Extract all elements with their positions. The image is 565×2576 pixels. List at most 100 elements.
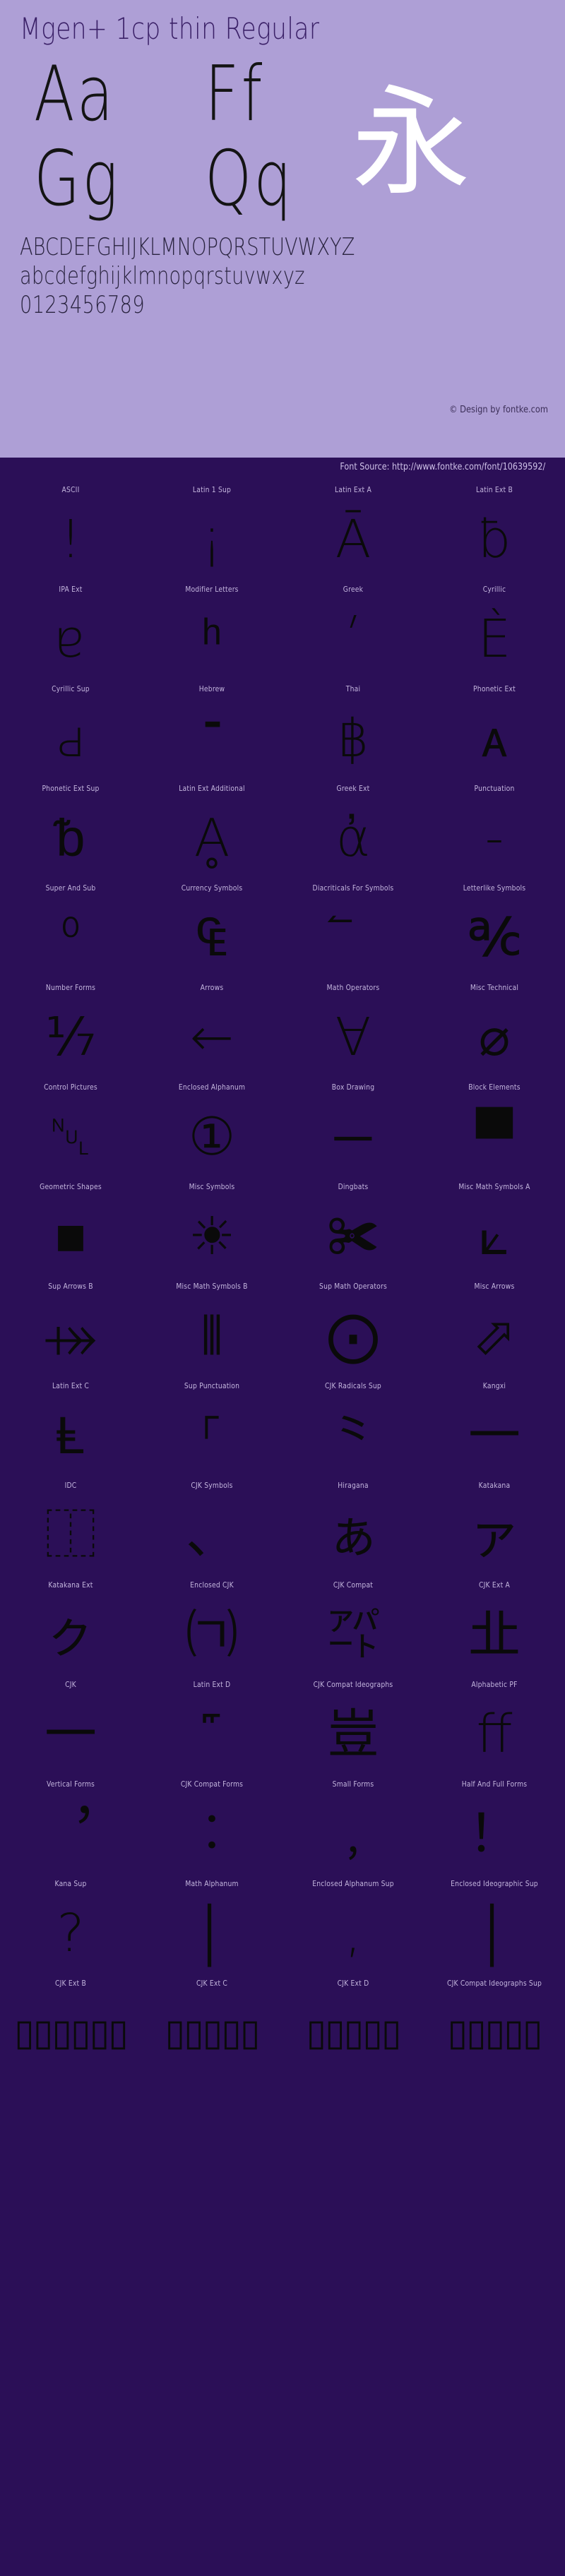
alphabet-block: ABCDEFGHIJKLMNOPQRSTUVWXYZ abcdefghijklm… bbox=[20, 233, 557, 320]
unicode-block-label: Latin Ext D bbox=[193, 1681, 231, 1689]
unicode-block-cell: CJK Radicals Sup ⺀ bbox=[282, 1381, 424, 1480]
unicode-block-cell: Punctuation ‐ bbox=[424, 783, 565, 883]
unicode-block-label: Phonetic Ext bbox=[473, 685, 516, 693]
unicode-block-label: Sup Punctuation bbox=[184, 1382, 240, 1390]
unicode-block-glyph: ▯▯▯▯▯▯ bbox=[14, 2012, 129, 2054]
unicode-block-cell: Small Forms ﹐ bbox=[282, 1779, 424, 1878]
unicode-block-glyph: ℀ bbox=[468, 907, 521, 968]
unicode-block-label: Latin Ext A bbox=[335, 486, 371, 494]
unicode-block-label: Math Alphanum bbox=[185, 1880, 239, 1888]
unicode-block-glyph: ⬀ bbox=[472, 1306, 516, 1366]
unicode-block-label: CJK Ext D bbox=[337, 1979, 369, 1988]
unicode-block-label: Kana Sup bbox=[54, 1880, 87, 1888]
unicode-block-cell: CJK 一 bbox=[0, 1679, 141, 1779]
unicode-block-glyph: ﬀ bbox=[476, 1704, 513, 1765]
unicode-block-glyph: ⨀ bbox=[327, 1306, 379, 1366]
unicode-block-label: Misc Arrows bbox=[474, 1282, 515, 1291]
unicode-block-label: Box Drawing bbox=[331, 1083, 375, 1092]
unicode-block-glyph: ㈀ bbox=[186, 1604, 238, 1665]
unicode-block-glyph: ⅐ bbox=[45, 1007, 96, 1068]
unicode-block-glyph: ? bbox=[56, 1903, 85, 1964]
unicode-block-label: IDC bbox=[64, 1481, 77, 1490]
unicode-block-cell: Phonetic Ext ᴀ bbox=[424, 684, 565, 783]
unicode-block-cell: IDC ⿰ bbox=[0, 1480, 141, 1580]
unicode-block-glyph: ⁰ bbox=[60, 907, 81, 968]
unicode-block-glyph: │ bbox=[477, 1903, 511, 1964]
unicode-block-glyph: ƀ bbox=[477, 509, 511, 570]
unicode-block-cell: CJK Compat ㌀ bbox=[282, 1580, 424, 1679]
unicode-block-cell: CJK Ext D ▯▯▯▯▯ bbox=[282, 1978, 424, 2077]
unicode-block-glyph: Ḁ bbox=[194, 808, 230, 869]
unicode-block-glyph: ⿰ bbox=[44, 1505, 97, 1566]
unicode-block-label: Thai bbox=[345, 685, 361, 693]
unicode-block-cell: Misc Math Symbols B ⦀ bbox=[141, 1281, 282, 1381]
unicode-block-label: Number Forms bbox=[45, 984, 96, 992]
unicode-block-glyph: ！ bbox=[468, 1803, 521, 1864]
unicode-block-glyph: ﹐ bbox=[327, 1803, 379, 1864]
unicode-block-cell: Modifier Letters ʰ bbox=[141, 584, 282, 684]
unicode-block-cell: CJK Symbols 、 bbox=[141, 1480, 282, 1580]
unicode-block-label: Cyrillic Sup bbox=[52, 685, 90, 693]
unicode-block-glyph: 豈 bbox=[327, 1704, 379, 1765]
unicode-block-glyph: ⤀ bbox=[44, 1306, 97, 1366]
unicode-block-cell: Super And Sub ⁰ bbox=[0, 883, 141, 982]
unicode-block-glyph: ἀ bbox=[335, 808, 371, 869]
unicode-block-glyph: ‐ bbox=[484, 808, 504, 869]
unicode-block-cell: CJK Compat Ideographs 豈 bbox=[282, 1679, 424, 1779]
unicode-block-cell: Misc Arrows ⬀ bbox=[424, 1281, 565, 1381]
unicode-block-cell: Latin Ext A Ā bbox=[282, 484, 424, 584]
unicode-block-cell: Thai ฿ bbox=[282, 684, 424, 783]
unicode-block-label: Half And Full Forms bbox=[461, 1780, 528, 1789]
specimen-pair-gg: Gg bbox=[34, 135, 121, 223]
unicode-block-label: Sup Math Operators bbox=[319, 1282, 387, 1291]
unicode-block-cell: Number Forms ⅐ bbox=[0, 982, 141, 1082]
unicode-block-cell: ASCII! bbox=[0, 484, 141, 584]
unicode-block-glyph: ▯▯▯▯▯ bbox=[447, 2012, 542, 2054]
unicode-block-cell: CJK Compat Ideographs Sup ▯▯▯▯▯ bbox=[424, 1978, 565, 2077]
unicode-block-label: Hiragana bbox=[338, 1481, 369, 1490]
unicode-block-label: Math Operators bbox=[326, 984, 380, 992]
unicode-block-label: Misc Symbols bbox=[189, 1183, 235, 1191]
unicode-block-glyph: ¡ bbox=[201, 509, 222, 570]
font-source-link[interactable]: Font Source: http://www.fontke.com/font/… bbox=[340, 462, 545, 472]
unicode-block-label: Misc Math Symbols B bbox=[176, 1282, 248, 1291]
copyright-notice: © Design by fontke.com bbox=[449, 405, 548, 415]
unicode-block-label: Latin Ext B bbox=[476, 486, 513, 494]
unicode-block-glyph: ⦀ bbox=[200, 1306, 224, 1366]
uppercase-line: ABCDEFGHIJKLMNOPQRSTUVWXYZ bbox=[20, 233, 355, 261]
unicode-block-cell: Katakana ァ bbox=[424, 1480, 565, 1580]
unicode-block-glyph: ⼀ bbox=[468, 1405, 521, 1466]
unicode-block-cell: Enclosed Ideographic Sup │ bbox=[424, 1878, 565, 1978]
unicode-block-glyph: Ā bbox=[335, 509, 371, 570]
unicode-block-label: Cyrillic bbox=[482, 585, 506, 594]
specimen-pair-ff: Ff bbox=[205, 50, 265, 138]
unicode-block-cell: Diacriticals For Symbols⃐ bbox=[282, 883, 424, 982]
unicode-block-label: Letterlike Symbols bbox=[463, 884, 526, 893]
unicode-block-cell: Math Alphanum │ bbox=[141, 1878, 282, 1978]
unicode-block-label: CJK Radicals Sup bbox=[325, 1382, 381, 1390]
unicode-block-label: Sup Arrows B bbox=[48, 1282, 93, 1291]
unicode-block-glyph: ␀ bbox=[49, 1107, 92, 1167]
unicode-block-cell: Arrows ← bbox=[141, 982, 282, 1082]
unicode-block-glyph: ① bbox=[188, 1107, 236, 1167]
unicode-block-cell: Kangxi ⼀ bbox=[424, 1381, 565, 1480]
unicode-block-cell: Latin 1 Sup ¡ bbox=[141, 484, 282, 584]
digits-line: 0123456789 bbox=[20, 291, 145, 319]
unicode-block-label: Vertical Forms bbox=[46, 1780, 95, 1789]
unicode-block-cell: Letterlike Symbols ℀ bbox=[424, 883, 565, 982]
unicode-block-glyph: ⌀ bbox=[478, 1007, 511, 1068]
lowercase-line: abcdefghijklmnopqrstuvwxyz bbox=[20, 262, 305, 290]
unicode-block-label: Dingbats bbox=[338, 1183, 369, 1191]
unicode-block-cell: Hebrew ־ bbox=[141, 684, 282, 783]
unicode-block-label: CJK Ext C bbox=[196, 1979, 228, 1988]
unicode-block-cell: Kana Sup? bbox=[0, 1878, 141, 1978]
unicode-block-glyph: ☀ bbox=[188, 1206, 236, 1267]
unicode-block-glyph: ⸀ bbox=[198, 1405, 225, 1466]
font-specimen-page: Mgen+ 1cp thin Regular Aa Ff Gg Qq 永 ABC… bbox=[0, 0, 565, 2576]
unicode-block-label: Greek Ext bbox=[336, 785, 370, 793]
unicode-block-glyph: ₠ bbox=[197, 907, 227, 968]
unicode-block-grid: ASCII! Latin 1 Sup ¡ Latin Ext A Ā Latin Ext … bbox=[0, 484, 565, 2077]
unicode-block-cell: CJK Compat Forms ︰ bbox=[141, 1779, 282, 1878]
unicode-block-cell: Enclosed CJK ㈀ bbox=[141, 1580, 282, 1679]
unicode-block-cell: Math Operators ∀ bbox=[282, 982, 424, 1082]
